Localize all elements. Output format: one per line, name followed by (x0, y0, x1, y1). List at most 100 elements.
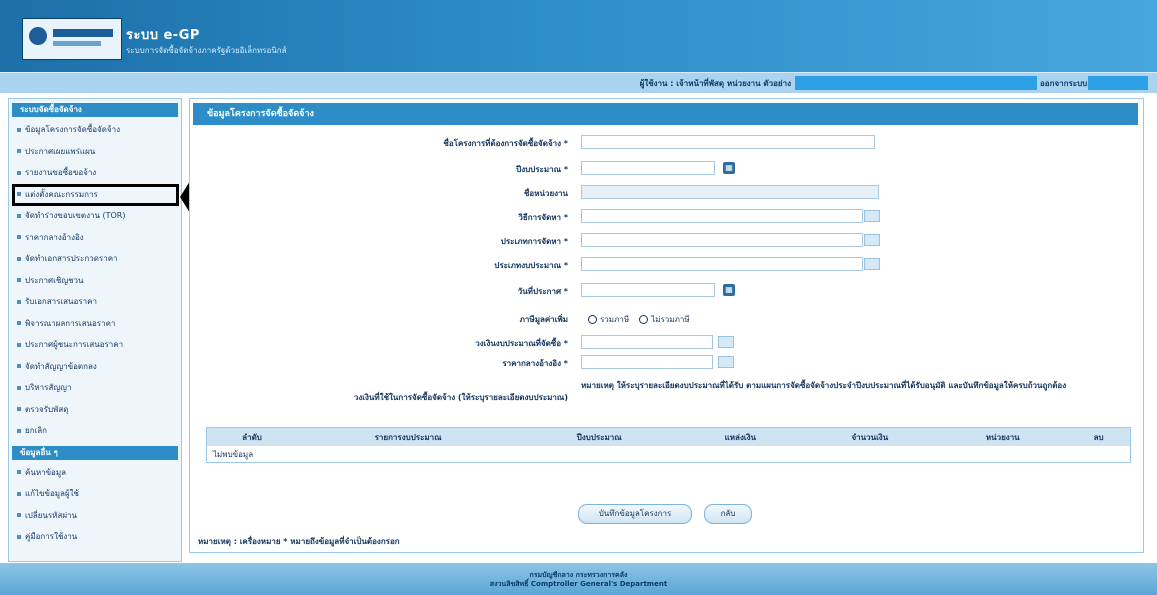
egp-logo (22, 18, 122, 60)
sidebar-item-label: รับเอกสารเสนอราคา (25, 297, 97, 306)
field-row-ref-price: ราคากลางอ้างอิง * (190, 353, 1143, 373)
calendar-icon[interactable]: ▦ (723, 284, 735, 296)
bullet-icon (17, 364, 21, 368)
sidebar-item[interactable]: แก้ไขข้อมูลผู้ใช้ (9, 483, 181, 505)
col-source: แหล่งเงิน (679, 427, 802, 446)
section-title: ข้อมูลโครงการจัดซื้อจัดจ้าง (193, 103, 1138, 125)
field-row-project-name: ชื่อโครงการที่ต้องการจัดซื้อจัดจ้าง * (190, 133, 1143, 153)
calculator-icon[interactable] (718, 336, 734, 348)
app-subtitle: ระบบการจัดซื้อจัดจ้างภาครัฐด้วยอิเล็กทรอ… (126, 46, 287, 55)
sidebar-item[interactable]: พิจารณาผลการเสนอราคา (9, 313, 181, 335)
sidebar-item[interactable]: ประกาศผู้ชนะการเสนอราคา (9, 334, 181, 356)
budget-table: ลำดับ รายการงบประมาณ ปีงบประมาณ แหล่งเงิ… (206, 427, 1131, 463)
sidebar-item-label: ประกาศผู้ชนะการเสนอราคา (25, 340, 124, 349)
sidebar-item-label: จัดทำสัญญาข้อตกลง (25, 361, 97, 371)
bullet-icon (17, 299, 21, 304)
table-row: ไม่พบข้อมูล (207, 446, 1131, 463)
sidebar-item-label: ตรวจรับพัสดุ (25, 404, 69, 414)
sidebar-item[interactable]: ประกาศเผยแพร่แผน (9, 141, 181, 163)
chevron-down-icon[interactable] (864, 210, 880, 222)
sidebar-item-label: รายงานขอซื้อขอจ้าง (25, 168, 97, 177)
sidebar-item[interactable]: จัดทำสัญญาข้อตกลง (9, 356, 181, 378)
field-row-type: ประเภทการจัดหา * (190, 231, 1143, 251)
save-project-button[interactable]: บันทึกข้อมูลโครงการ (578, 504, 692, 524)
field-row-note: วงเงินที่ใช้ในการจัดซื้อจัดจ้าง (ให้ระบุ… (190, 381, 1143, 415)
method-select[interactable] (581, 209, 863, 223)
bullet-icon (17, 407, 21, 411)
sidebar-item-label: แก้ไขข้อมูลผู้ใช้ (25, 489, 79, 498)
sidebar-item-label: ราคากลางอ้างอิง (25, 232, 84, 242)
vat-radio-group: รวมภาษี ไม่รวมภาษี (588, 313, 690, 326)
sidebar-section-procurement: ระบบจัดซื้อจัดจ้าง (12, 103, 178, 117)
field-row-vat: ภาษีมูลค่าเพิ่ม รวมภาษี ไม่รวมภาษี (519, 313, 690, 326)
sidebar-item[interactable]: จัดทำเอกสารประกวดราคา (9, 248, 181, 270)
bullet-icon (17, 235, 21, 239)
bullet-icon (17, 428, 21, 433)
bullet-icon (17, 170, 21, 175)
bullet-icon (17, 321, 21, 325)
sidebar-item[interactable]: ข้อมูลโครงการจัดซื้อจัดจ้าง (9, 119, 181, 141)
calendar-icon[interactable]: ▦ (723, 162, 735, 174)
sidebar-item[interactable]: คู่มือการใช้งาน (9, 526, 181, 548)
sidebar: ระบบจัดซื้อจัดจ้าง ข้อมูลโครงการจัดซื้อจ… (8, 98, 182, 562)
col-delete: ลบ (1067, 427, 1131, 446)
user-info: ผู้ใช้งาน : เจ้าหน้าที่พัสดุ หน่วยงาน ตั… (639, 79, 791, 88)
main-panel: ข้อมูลโครงการจัดซื้อจัดจ้าง ชื่อโครงการท… (189, 98, 1144, 553)
field-row-announce-date: วันที่ประกาศ * ▦ (190, 281, 1143, 301)
fiscal-year-input[interactable] (581, 161, 715, 175)
sidebar-item[interactable]: ราคากลางอ้างอิง (9, 227, 181, 249)
user-status-bar: ผู้ใช้งาน : เจ้าหน้าที่พัสดุ หน่วยงาน ตั… (0, 72, 1157, 93)
logout-link[interactable]: ออกจากระบบ (1040, 77, 1087, 90)
sidebar-item-label: จัดทำเอกสารประกวดราคา (25, 254, 118, 263)
sidebar-item[interactable]: บริหารสัญญา (9, 377, 181, 399)
calculator-icon[interactable] (718, 356, 734, 368)
sidebar-item-label: พิจารณาผลการเสนอราคา (25, 318, 116, 328)
app-header: ระบบ e-GP ระบบการจัดซื้อจัดจ้างภาครัฐด้ว… (0, 0, 1157, 72)
col-fiscal-year: ปีงบประมาณ (519, 427, 680, 446)
col-amount: จำนวนเงิน (801, 427, 939, 446)
sidebar-item[interactable]: ประกาศเชิญชวน (9, 270, 181, 292)
sidebar-item-label: ยกเลิก (25, 426, 48, 435)
sidebar-item[interactable]: รับเอกสารเสนอราคา (9, 291, 181, 313)
sidebar-item-label: ค้นหาข้อมูล (25, 467, 67, 477)
table-empty-text: ไม่พบข้อมูล (213, 449, 254, 459)
project-name-input[interactable] (581, 135, 875, 149)
status-highlight-2 (1088, 76, 1148, 90)
back-button[interactable]: กลับ (704, 504, 752, 524)
copyright-text: กรมบัญชีกลาง กระทรวงการคลัง สงวนลิขสิทธิ… (489, 571, 668, 588)
vat-radio-exclude[interactable] (639, 315, 649, 324)
chevron-down-icon[interactable] (864, 234, 880, 246)
announce-date-input[interactable] (581, 283, 715, 297)
bullet-icon (17, 342, 21, 347)
sidebar-item-label: คู่มือการใช้งาน (25, 532, 78, 541)
sidebar-item[interactable]: จัดทำร่างขอบเขตงาน (TOR) (9, 205, 181, 227)
type-select[interactable] (581, 233, 863, 247)
ref-price-input[interactable] (581, 355, 713, 369)
budget-type-select[interactable] (581, 257, 863, 271)
sidebar-item[interactable]: เปลี่ยนรหัสผ่าน (9, 505, 181, 527)
sidebar-item-label: ประกาศเชิญชวน (25, 275, 84, 285)
annotation-highlight-box (12, 184, 179, 206)
bullet-icon (17, 278, 21, 282)
bullet-icon (17, 385, 21, 390)
budget-note-text: หมายเหตุ ให้ระบุรายละเอียดงบประมาณที่ได้… (581, 381, 1067, 390)
chevron-down-icon[interactable] (864, 258, 880, 270)
col-no: ลำดับ (206, 427, 298, 446)
bullet-icon (17, 534, 21, 539)
bullet-icon (17, 256, 21, 261)
sidebar-item-label: ข้อมูลโครงการจัดซื้อจัดจ้าง (25, 125, 121, 134)
sidebar-item[interactable]: ตรวจรับพัสดุ (9, 399, 181, 421)
required-fields-note: หมายเหตุ : เครื่องหมาย * หมายถึงข้อมูลที… (198, 537, 400, 546)
sidebar-item[interactable]: ค้นหาข้อมูล (9, 462, 181, 484)
footer-bar: กรมบัญชีกลาง กระทรวงการคลัง สงวนลิขสิทธิ… (0, 563, 1157, 595)
table-header-row: ลำดับ รายการงบประมาณ ปีงบประมาณ แหล่งเงิ… (206, 427, 1131, 446)
bullet-icon (17, 470, 21, 474)
sidebar-section-other: ข้อมูลอื่น ๆ (12, 445, 178, 460)
status-highlight (795, 76, 1037, 90)
bullet-icon (17, 213, 21, 218)
bullet-icon (17, 513, 21, 517)
sidebar-item[interactable]: รายงานขอซื้อขอจ้าง (9, 162, 181, 184)
sidebar-item[interactable]: ยกเลิก (9, 420, 181, 442)
budget-input[interactable] (581, 335, 713, 349)
vat-radio-include[interactable] (588, 315, 597, 324)
